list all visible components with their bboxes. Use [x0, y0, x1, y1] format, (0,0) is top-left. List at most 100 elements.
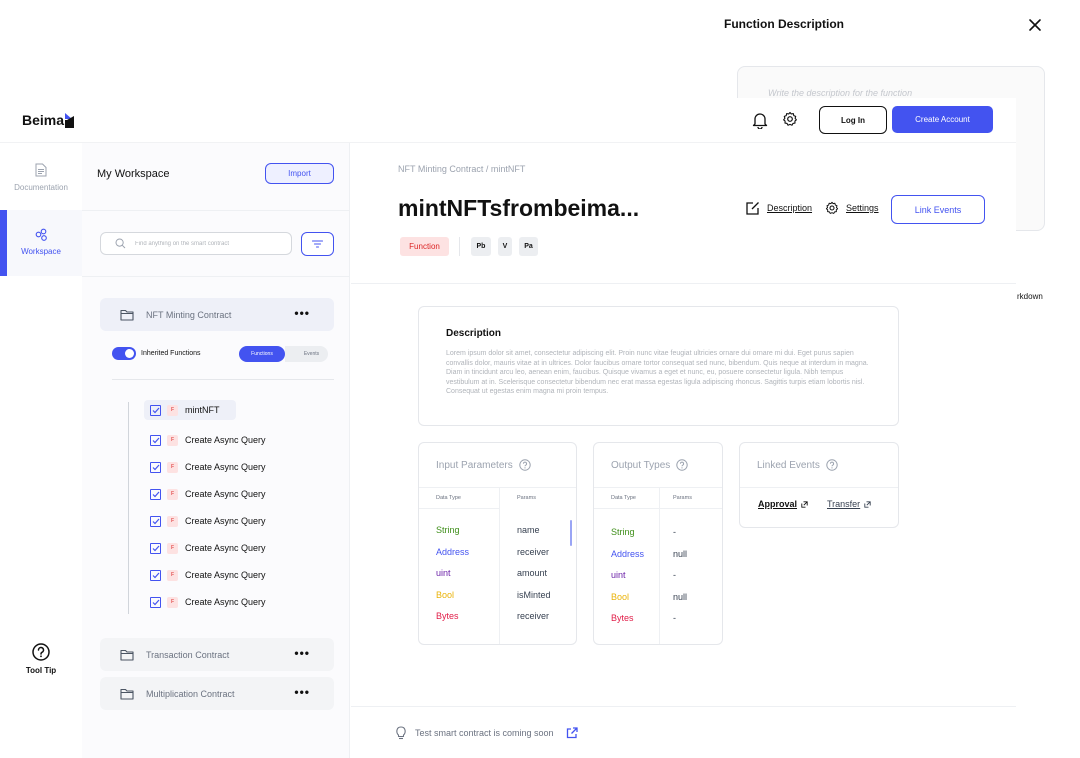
description-action[interactable]: Description	[746, 201, 812, 215]
data-type-cell: Bool	[436, 589, 455, 600]
data-type-cell: Bytes	[611, 613, 634, 623]
column-divider	[499, 488, 500, 644]
output-types-title: Output Types	[611, 459, 671, 471]
close-icon[interactable]	[1026, 16, 1044, 34]
workspace-panel: My Workspace Import NFT Minting Contract…	[82, 143, 350, 758]
page-title: mintNFTsfrombeima...	[398, 195, 640, 221]
linked-event-transfer[interactable]: Transfer	[827, 499, 871, 509]
description-heading: Description	[446, 328, 502, 339]
rail-workspace-label: Workspace	[21, 247, 61, 256]
scrollbar-thumb[interactable]	[570, 520, 572, 546]
create-account-button[interactable]: Create Account	[892, 106, 993, 133]
edit-icon	[746, 202, 759, 215]
rail-item-documentation[interactable]: Documentation	[0, 158, 82, 208]
login-button[interactable]: Log In	[819, 106, 887, 134]
checkbox-checked-icon[interactable]	[150, 542, 161, 554]
external-link-icon	[801, 500, 808, 508]
checkbox-checked-icon[interactable]	[150, 569, 161, 581]
function-name: Create Async Query	[185, 543, 266, 553]
linked-events-card: Linked Events Approval Transfer	[739, 442, 899, 528]
rail-item-tooltip[interactable]: Tool Tip	[0, 643, 82, 688]
bell-icon[interactable]	[752, 111, 768, 134]
description-card: Description Lorem ipsum dolor sit amet, …	[418, 306, 899, 426]
linked-event-approval[interactable]: Approval	[758, 499, 808, 509]
checkbox-checked-icon[interactable]	[150, 488, 161, 500]
linked-event-label: Transfer	[827, 499, 861, 509]
function-badge: F	[167, 404, 178, 416]
inherited-functions-toggle-row: Inherited Functions	[112, 347, 201, 360]
description-action-label: Description	[767, 203, 813, 213]
gear-icon[interactable]	[782, 111, 798, 132]
data-type-cell: uint	[436, 568, 451, 578]
tab-events[interactable]: Events	[285, 346, 328, 362]
function-item[interactable]: F Create Async Query	[144, 457, 266, 477]
function-item[interactable]: F Create Async Query	[144, 484, 266, 504]
active-indicator	[0, 210, 7, 276]
folder-icon	[120, 309, 134, 321]
rail-tooltip-label: Tool Tip	[25, 666, 57, 675]
checkbox-checked-icon[interactable]	[150, 515, 161, 527]
divider	[459, 237, 460, 256]
filter-button[interactable]	[301, 232, 334, 256]
search-input[interactable]	[135, 240, 275, 247]
function-item[interactable]: F Create Async Query	[144, 430, 266, 450]
tree-line	[128, 402, 129, 614]
input-parameters-card: Input Parameters Data Type Params String…	[418, 442, 577, 645]
column-header-data-type: Data Type	[436, 495, 461, 501]
divider	[419, 508, 499, 509]
function-name: Create Async Query	[185, 462, 266, 472]
external-link-icon[interactable]	[566, 727, 578, 739]
left-rail: Documentation Workspace Tool Tip	[0, 143, 82, 758]
tag-v: V	[498, 237, 512, 256]
logo-mark-icon	[65, 113, 75, 128]
function-item[interactable]: F Create Async Query	[144, 592, 266, 612]
function-item[interactable]: F Create Async Query	[144, 511, 266, 531]
divider	[351, 706, 1016, 707]
data-type-cell: Address	[611, 548, 645, 559]
more-options-icon[interactable]: •••	[294, 307, 310, 319]
function-type-tag: Function	[400, 237, 449, 256]
contract-item-multiplication[interactable]: Multiplication Contract •••	[100, 677, 334, 710]
function-name: mintNFT	[185, 405, 220, 415]
param-cell: -	[673, 613, 676, 623]
checkbox-checked-icon[interactable]	[150, 434, 161, 446]
contract-item-transaction[interactable]: Transaction Contract •••	[100, 638, 334, 671]
more-options-icon[interactable]: •••	[294, 647, 310, 659]
checkbox-checked-icon[interactable]	[150, 596, 161, 608]
param-cell: name	[517, 525, 540, 535]
function-item-mintnft[interactable]: F mintNFT	[144, 400, 236, 420]
checkbox-checked-icon[interactable]	[150, 461, 161, 473]
divider	[594, 508, 722, 509]
function-badge: F	[167, 596, 178, 608]
gear-icon	[825, 201, 839, 214]
function-badge: F	[167, 434, 178, 446]
function-name: Create Async Query	[185, 597, 266, 607]
help-circle-icon[interactable]	[519, 459, 531, 471]
contract-item-nft-minting[interactable]: NFT Minting Contract •••	[100, 298, 334, 331]
logo[interactable]: Beima	[22, 112, 75, 128]
column-header-data-type: Data Type	[611, 495, 636, 501]
more-options-icon[interactable]: •••	[294, 686, 310, 698]
search-box	[100, 232, 292, 255]
settings-action[interactable]: Settings	[825, 201, 879, 215]
link-events-button[interactable]: Link Events	[891, 195, 985, 224]
checkbox-checked-icon[interactable]	[150, 404, 161, 416]
data-type-cell: Address	[436, 546, 470, 557]
import-button[interactable]: Import	[265, 163, 334, 184]
function-item[interactable]: F Create Async Query	[144, 565, 266, 585]
output-types-card: Output Types Data Type Params String - Add…	[593, 442, 723, 645]
drawer-markdown-hint: rkdown	[1017, 292, 1043, 301]
tab-functions[interactable]: Functions	[239, 346, 285, 362]
data-type-cell: String	[611, 527, 635, 537]
document-icon	[35, 163, 47, 177]
contract-name: NFT Minting Contract	[146, 309, 232, 320]
divider	[351, 283, 1016, 284]
inherited-functions-toggle[interactable]	[112, 347, 136, 360]
param-cell: null	[673, 548, 688, 559]
function-item[interactable]: F Create Async Query	[144, 538, 266, 558]
breadcrumb[interactable]: NFT Minting Contract / mintNFT	[398, 164, 525, 174]
help-circle-icon[interactable]	[676, 459, 688, 471]
rail-item-workspace[interactable]: Workspace	[0, 210, 82, 276]
help-circle-icon[interactable]	[826, 459, 838, 471]
logo-text: Beima	[22, 112, 65, 128]
